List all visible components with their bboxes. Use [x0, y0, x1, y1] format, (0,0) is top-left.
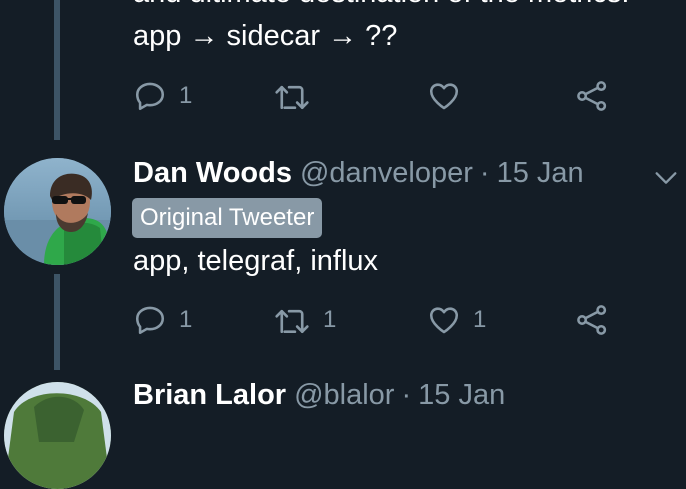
like-button[interactable] [427, 76, 473, 116]
like-icon [427, 303, 461, 337]
thread-line-middle [54, 274, 60, 370]
retweet-icon [273, 79, 311, 113]
previous-tweet-text-line1: and ultimate destination of the metrics. [133, 0, 629, 15]
separator: · [479, 157, 490, 189]
like-count: 1 [473, 306, 487, 333]
tweet-date[interactable]: 15 Jan [497, 153, 584, 193]
previous-tweet-text-line2: app → sidecar → ?? [133, 20, 398, 52]
user-name[interactable]: Dan Woods [133, 153, 292, 193]
reply-count: 1 [179, 306, 193, 333]
previous-tweet-actions: 1 [133, 76, 633, 116]
like-icon [427, 79, 461, 113]
original-tweeter-badge: Original Tweeter [132, 198, 323, 238]
avatar[interactable] [4, 158, 111, 265]
tweet-menu-button[interactable] [652, 164, 680, 192]
like-button[interactable]: 1 [427, 300, 486, 340]
share-button[interactable] [575, 300, 609, 340]
tweet-date[interactable]: 15 Jan [418, 375, 505, 415]
next-tweet-header: Brian Lalor @blalor · 15 Jan [133, 375, 505, 415]
chevron-down-icon [652, 172, 680, 196]
reply-icon [133, 79, 167, 113]
share-button[interactable] [575, 76, 609, 116]
reply-button[interactable]: 1 [133, 76, 192, 116]
previous-tweet-text: and ultimate destination of the metrics.… [133, 0, 629, 58]
user-handle[interactable]: @danveloper [300, 153, 473, 193]
retweet-count: 1 [323, 306, 337, 333]
share-icon [575, 303, 609, 337]
reply-icon [133, 303, 167, 337]
share-icon [575, 79, 609, 113]
retweet-icon [273, 303, 311, 337]
reply-button[interactable]: 1 [133, 300, 192, 340]
thread-line-top [54, 0, 60, 140]
tweet-header: Dan Woods @danveloper · 15 Jan [133, 153, 584, 193]
user-name[interactable]: Brian Lalor [133, 375, 286, 415]
retweet-button[interactable] [273, 76, 323, 116]
reply-count: 1 [179, 82, 193, 109]
retweet-button[interactable]: 1 [273, 300, 336, 340]
user-handle[interactable]: @blalor [294, 375, 394, 415]
separator: · [401, 379, 412, 411]
tweet-text: app, telegraf, influx [133, 245, 379, 277]
avatar[interactable] [4, 382, 111, 489]
tweet-actions: 1 1 1 [133, 300, 633, 340]
